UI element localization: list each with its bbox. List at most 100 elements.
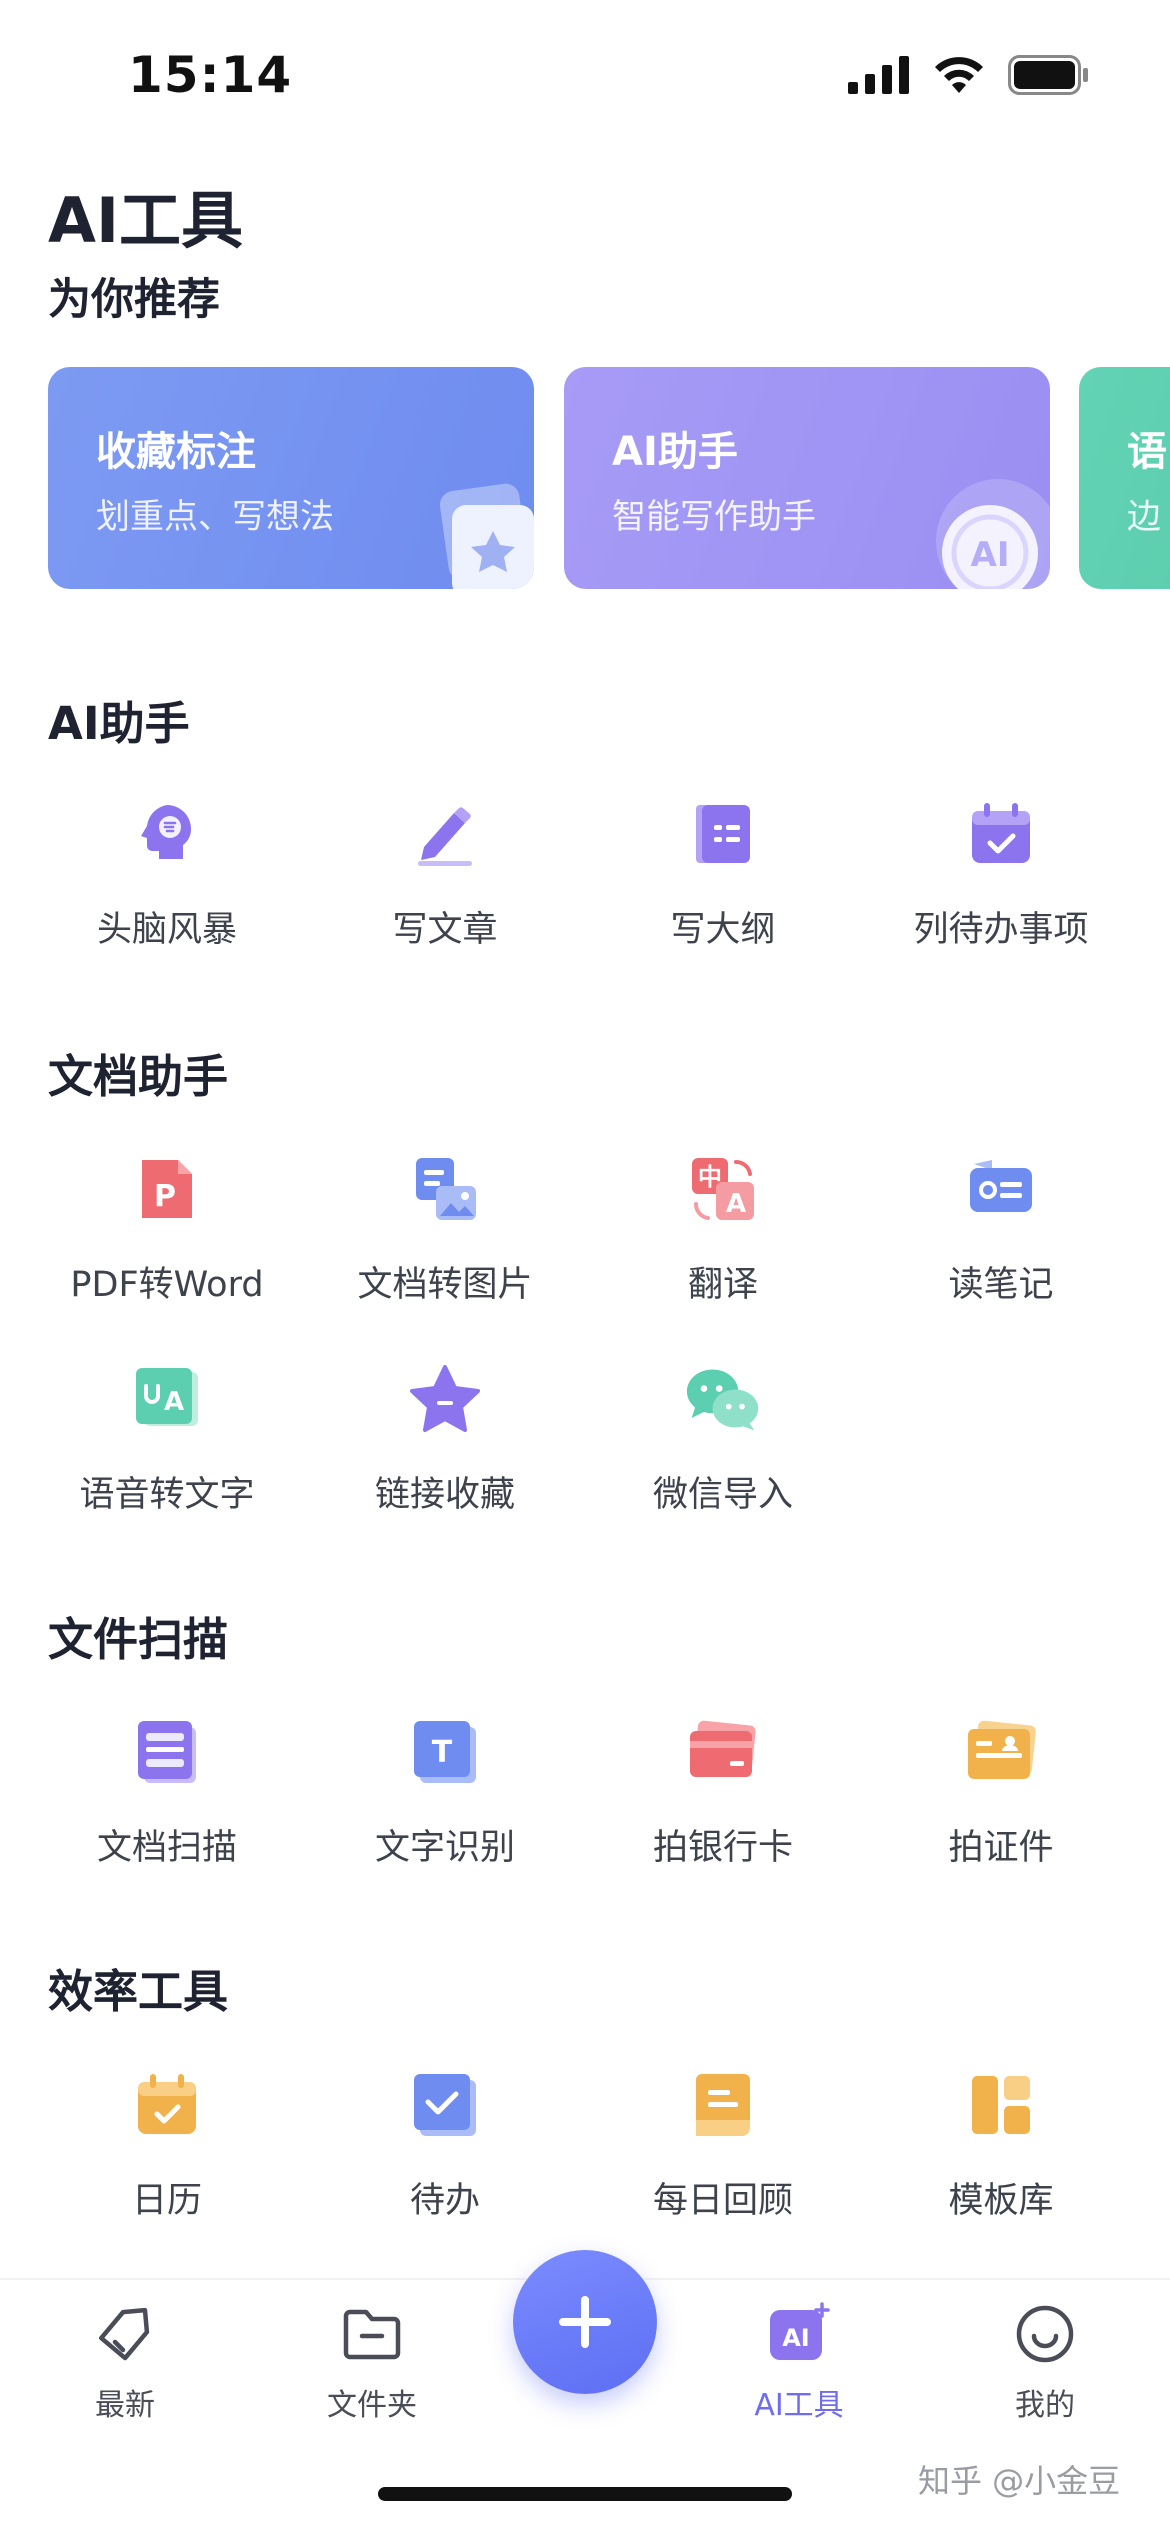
cellular-signal-icon (848, 56, 909, 94)
tool-daily-review[interactable]: 每日回顾 (584, 2066, 862, 2226)
page-title: AI工具 (48, 184, 244, 257)
id-card-icon (962, 1713, 1040, 1791)
tool-write-article[interactable]: 写文章 (306, 795, 584, 955)
section-title-doc-assistant: 文档助手 (48, 1050, 229, 1103)
status-bar: 15:14 (0, 0, 1170, 150)
tab-folders[interactable]: 文件夹 (292, 2302, 452, 2424)
tool-pdf-to-word[interactable]: P PDF转Word (28, 1150, 306, 1310)
folder-icon (343, 2309, 401, 2360)
tool-text-recognition[interactable]: T 文字识别 (306, 1713, 584, 1873)
section-title-ai-assistant: AI助手 (48, 697, 190, 750)
speech-to-text-icon: A (128, 1360, 206, 1438)
battery-icon (1008, 55, 1088, 95)
pencil-icon (406, 795, 484, 873)
tool-write-outline[interactable]: 写大纲 (584, 795, 862, 955)
outline-icon (684, 795, 762, 873)
read-note-icon (962, 1150, 1040, 1228)
smile-icon (1016, 2305, 1074, 2363)
daily-review-icon (684, 2066, 762, 2144)
tab-latest[interactable]: 最新 (45, 2302, 205, 2424)
tool-label: PDF转Word (70, 1265, 264, 1305)
recommend-card-ai-assistant[interactable]: AI助手 智能写作助手 AI (564, 367, 1050, 589)
ocr-glyph: T (432, 1735, 453, 1770)
tool-link-bookmark[interactable]: 链接收藏 (306, 1360, 584, 1520)
translate-glyph-zh: 中 (698, 1163, 722, 1191)
plus-icon (559, 2296, 611, 2348)
template-icon (962, 2066, 1040, 2144)
ai-assistant-row: 头脑风暴 写文章 写大纲 列待办事项 (28, 795, 1140, 955)
recommend-heading: 为你推荐 (48, 275, 220, 325)
text-ocr-icon: T (406, 1713, 484, 1791)
tool-label: 待办 (409, 2181, 480, 2221)
todo-check-icon (406, 2066, 484, 2144)
tab-label: AI工具 (754, 2388, 844, 2423)
efficiency-row: 日历 待办 每日回顾 模板库 (28, 2066, 1140, 2226)
brain-icon (128, 795, 206, 873)
tool-todo[interactable]: 待办 (306, 2066, 584, 2226)
wifi-icon (935, 57, 983, 93)
tool-speech-to-text[interactable]: A 语音转文字 (28, 1360, 306, 1520)
tool-label: 拍银行卡 (652, 1828, 793, 1868)
tool-translate[interactable]: 中 A 翻译 (584, 1150, 862, 1310)
tab-label: 最新 (95, 2388, 155, 2423)
status-icons (848, 55, 1090, 95)
watermark: 知乎 @小金豆 (918, 2462, 1121, 2500)
tool-todo-list[interactable]: 列待办事项 (862, 795, 1140, 955)
tool-bank-card[interactable]: 拍银行卡 (584, 1713, 862, 1873)
tool-label: 日历 (131, 2181, 202, 2221)
new-note-fab[interactable] (513, 2250, 657, 2394)
card-title: 语 (1127, 429, 1167, 475)
card-title: AI助手 (612, 429, 738, 475)
card-title: 收藏标注 (96, 429, 256, 475)
section-title-efficiency: 效率工具 (48, 1965, 229, 2018)
status-time: 15:14 (128, 46, 293, 104)
tab-profile[interactable]: 我的 (965, 2302, 1125, 2424)
file-scan-row: 文档扫描 T 文字识别 拍银行卡 拍证件 (28, 1713, 1140, 1873)
tab-ai-tools[interactable]: AI AI工具 (719, 2302, 879, 2424)
tool-calendar[interactable]: 日历 (28, 2066, 306, 2226)
tool-label: 拍证件 (948, 1828, 1054, 1868)
doc-to-image-icon (406, 1150, 484, 1228)
card-desc: 智能写作助手 (612, 497, 816, 537)
tool-wechat-import[interactable]: 微信导入 (584, 1360, 862, 1520)
doc-assistant-row-2: A 语音转文字 链接收藏 微信导入 (28, 1360, 1140, 1520)
tab-label: 文件夹 (327, 2388, 417, 2423)
star-card-icon (439, 483, 534, 589)
doc-assistant-row-1: P PDF转Word 文档转图片 中 A 翻译 读笔记 (28, 1150, 1140, 1310)
tool-doc-to-image[interactable]: 文档转图片 (306, 1150, 584, 1310)
tool-id-card[interactable]: 拍证件 (862, 1713, 1140, 1873)
tool-label: 语音转文字 (79, 1475, 255, 1515)
recommend-card-voice[interactable]: 语 边 (1079, 367, 1170, 589)
tool-template-library[interactable]: 模板库 (862, 2066, 1140, 2226)
tool-label: 列待办事项 (913, 910, 1089, 950)
tool-label: 文档扫描 (96, 1828, 237, 1868)
tool-label: 头脑风暴 (96, 910, 237, 950)
tab-label: 我的 (1015, 2388, 1075, 2423)
tag-icon (99, 2307, 150, 2361)
tool-label: 链接收藏 (374, 1475, 515, 1515)
tool-label: 写文章 (392, 910, 498, 950)
tool-label: 微信导入 (652, 1475, 793, 1515)
ai-tools-icon: AI (770, 2302, 830, 2360)
ai-tools-icon-text: AI (782, 2324, 810, 2352)
recommend-carousel[interactable]: 收藏标注 划重点、写想法 AI助手 智能写作助手 AI 语 边 (48, 367, 1170, 589)
recommend-card-bookmark[interactable]: 收藏标注 划重点、写想法 (48, 367, 534, 589)
doc-scan-icon (128, 1713, 206, 1791)
tool-doc-scan[interactable]: 文档扫描 (28, 1713, 306, 1873)
tool-read-notes[interactable]: 读笔记 (862, 1150, 1140, 1310)
tool-brainstorm[interactable]: 头脑风暴 (28, 795, 306, 955)
tool-label: 模板库 (948, 2181, 1054, 2221)
tool-label: 翻译 (687, 1265, 758, 1305)
bank-card-icon (684, 1713, 762, 1791)
calendar-icon (128, 2066, 206, 2144)
ai-badge-text: AI (971, 535, 1010, 575)
translate-icon: 中 A (684, 1150, 762, 1228)
home-indicator[interactable] (378, 2487, 792, 2501)
tool-label: 读笔记 (948, 1265, 1054, 1305)
tool-label: 文档转图片 (357, 1265, 533, 1305)
card-desc: 边 (1127, 497, 1161, 537)
speech-glyph: A (164, 1387, 184, 1417)
card-desc: 划重点、写想法 (96, 497, 334, 537)
translate-glyph-a: A (726, 1189, 746, 1219)
tool-label: 文字识别 (374, 1828, 515, 1868)
